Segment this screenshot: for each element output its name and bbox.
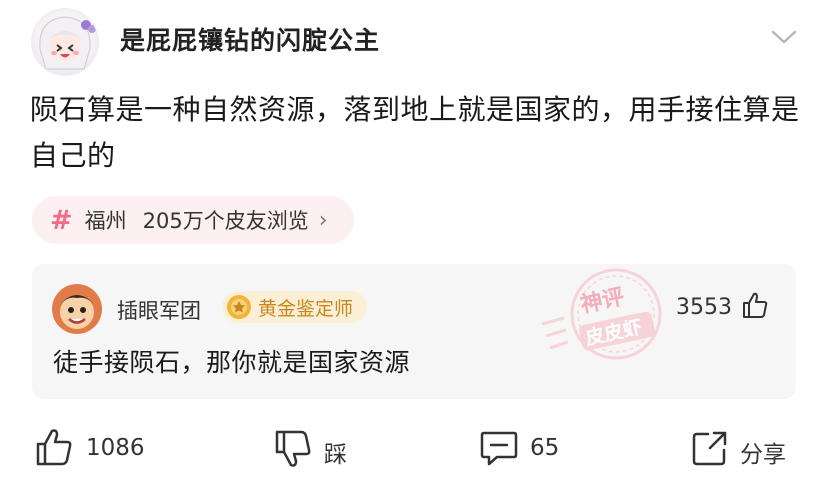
badge-medal-icon [227, 295, 251, 319]
commenter-name[interactable]: 插眼军团 [117, 295, 201, 325]
share-label[interactable]: 分享 [740, 435, 786, 469]
topic-views: 205万个皮友浏览 [142, 209, 309, 233]
comment-like-count: 3553 [676, 295, 732, 320]
author-avatar[interactable] [31, 8, 99, 76]
chevron-right-icon: › [318, 207, 328, 233]
chevron-down-icon[interactable] [770, 28, 798, 46]
dislike-button-icon[interactable] [273, 428, 313, 468]
share-button-icon[interactable] [690, 428, 730, 468]
comment-button-icon[interactable] [479, 428, 519, 468]
cartoon-face-avatar-icon [52, 284, 102, 334]
post-text: 陨石算是一种自然资源，落到地上就是国家的，用手接住算是自己的 [30, 93, 800, 172]
commenter-badge: 黄金鉴定师 [222, 291, 368, 323]
anime-girl-avatar-icon [39, 16, 96, 70]
like-button-icon[interactable] [34, 427, 74, 467]
topic-name: 福州 [84, 209, 127, 233]
badge-text: 黄金鉴定师 [258, 297, 354, 320]
hash-icon: # [50, 204, 73, 236]
topic-pill[interactable]: # 福州 205万个皮友浏览 › [32, 196, 354, 244]
comment-count[interactable]: 65 [530, 435, 559, 461]
post-author-name[interactable]: 是屁屁镶钻的闪腚公主 [120, 21, 380, 57]
comment-text: 徒手接陨石，那你就是国家资源 [53, 348, 411, 377]
thumbs-up-icon[interactable] [740, 290, 770, 320]
hot-comment-stamp [542, 268, 662, 360]
like-count[interactable]: 1086 [86, 435, 145, 461]
commenter-avatar[interactable] [52, 284, 102, 334]
dislike-label[interactable]: 踩 [324, 435, 347, 469]
